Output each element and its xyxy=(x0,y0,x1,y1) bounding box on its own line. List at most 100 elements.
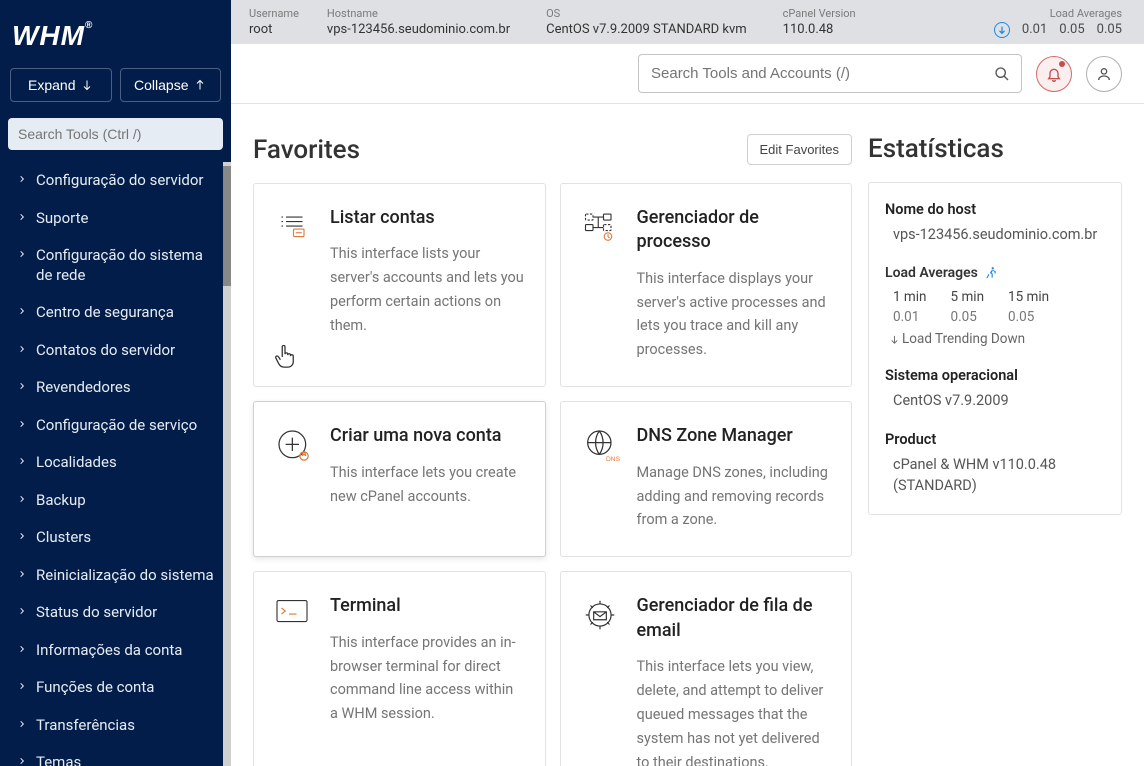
card-title: Gerenciador de processo xyxy=(637,206,832,255)
card-title: Gerenciador de fila de email xyxy=(637,594,832,643)
card-description: This interface lets you view, delete, an… xyxy=(637,655,832,766)
dns-zone-icon: DNS xyxy=(581,424,619,532)
favorite-card[interactable]: Listar contas This interface lists your s… xyxy=(253,183,546,387)
sidebar-item-label: Clusters xyxy=(36,528,91,548)
sidebar-item[interactable]: Clusters xyxy=(0,519,231,557)
stats-host-value: vps-123456.seudominio.com.br xyxy=(893,224,1105,245)
favorite-card[interactable]: Terminal This interface provides an in-br… xyxy=(253,571,546,766)
process-manager-icon xyxy=(581,206,619,362)
stats-box: Nome do host vps-123456.seudominio.com.b… xyxy=(868,182,1122,515)
sidebar-item-label: Transferências xyxy=(36,716,135,736)
sidebar-item[interactable]: Localidades xyxy=(0,444,231,482)
chevron-right-icon xyxy=(18,681,26,691)
expand-label: Expand xyxy=(28,77,75,93)
sidebar-item-label: Revendedores xyxy=(36,378,131,398)
collapse-button[interactable]: Collapse xyxy=(120,68,222,102)
status-load-averages: Load Averages 0.01 0.05 0.05 xyxy=(994,7,1122,38)
chevron-right-icon xyxy=(18,174,26,184)
top-status-bar: Username root Hostname vps-123456.seudom… xyxy=(231,0,1144,44)
sidebar-item[interactable]: Configuração de serviço xyxy=(0,407,231,445)
card-description: This interface displays your server's ac… xyxy=(637,267,832,363)
list-accounts-icon xyxy=(274,206,312,362)
favorite-card[interactable]: Gerenciador de fila de email This interfa… xyxy=(560,571,853,766)
account-button[interactable] xyxy=(1086,56,1122,92)
favorite-card[interactable]: DNSDNS Zone ManagerManage DNS zones, inc… xyxy=(560,401,853,557)
card-description: Manage DNS zones, including adding and r… xyxy=(637,461,832,533)
chevron-right-icon xyxy=(18,381,26,391)
favorites-grid: Listar contas This interface lists your s… xyxy=(253,183,852,766)
favorite-card[interactable]: Criar uma nova conta This interface lets … xyxy=(253,401,546,557)
card-description: This interface lets you create new cPane… xyxy=(330,461,525,509)
chevron-right-icon xyxy=(18,644,26,654)
sidebar-item-label: Configuração do sistema de rede xyxy=(36,246,217,285)
main-search-input[interactable] xyxy=(638,54,1022,93)
status-os: OS CentOS v7.9.2009 STANDARD kvm xyxy=(546,7,747,37)
sidebar-item[interactable]: Temas xyxy=(0,744,231,766)
sidebar-scroll-thumb[interactable] xyxy=(223,166,231,286)
expand-button[interactable]: Expand xyxy=(10,68,112,102)
chevron-right-icon xyxy=(18,456,26,466)
notifications-button[interactable] xyxy=(1036,56,1072,92)
create-account-icon xyxy=(274,424,312,532)
chevron-right-icon xyxy=(18,306,26,316)
chevron-right-icon xyxy=(18,212,26,222)
chevron-right-icon xyxy=(18,249,26,259)
stats-trend: Load Trending Down xyxy=(902,331,1025,347)
card-title: Terminal xyxy=(330,594,525,618)
sidebar-item[interactable]: Reinicialização do sistema xyxy=(0,557,231,595)
sidebar-item-label: Temas xyxy=(36,753,81,766)
sidebar-item-label: Backup xyxy=(36,491,86,511)
status-hostname: Hostname vps-123456.seudominio.com.br xyxy=(327,7,510,37)
chevron-right-icon xyxy=(18,756,26,766)
sidebar-item-label: Centro de segurança xyxy=(36,303,174,323)
chevron-right-icon xyxy=(18,419,26,429)
sidebar-item[interactable]: Contatos do servidor xyxy=(0,332,231,370)
sidebar-item[interactable]: Configuração do servidor xyxy=(0,162,231,200)
sidebar-item-label: Suporte xyxy=(36,209,88,229)
chevron-right-icon xyxy=(18,606,26,616)
sidebar-item[interactable]: Revendedores xyxy=(0,369,231,407)
sidebar-item-label: Funções de conta xyxy=(36,678,154,698)
sidebar-item-label: Informações da conta xyxy=(36,641,182,661)
sidebar-item-label: Configuração do servidor xyxy=(36,171,204,191)
svg-text:DNS: DNS xyxy=(606,456,621,463)
stats-load-label: Load Averages xyxy=(885,265,978,281)
card-description: This interface lists your server's accou… xyxy=(330,242,525,338)
edit-favorites-button[interactable]: Edit Favorites xyxy=(747,134,852,165)
mail-queue-icon xyxy=(581,594,619,766)
sidebar-item[interactable]: Suporte xyxy=(0,200,231,238)
terminal-icon xyxy=(274,594,312,766)
sidebar-item[interactable]: Transferências xyxy=(0,707,231,745)
stats-os-value: CentOS v7.9.2009 xyxy=(893,390,1105,411)
sidebar-scrollbar[interactable] xyxy=(223,162,231,766)
header-bar xyxy=(231,44,1144,104)
chevron-right-icon xyxy=(18,344,26,354)
sidebar-item[interactable]: Funções de conta xyxy=(0,669,231,707)
sidebar-item[interactable]: Backup xyxy=(0,482,231,520)
sidebar-nav: Configuração do servidor Suporte Configura… xyxy=(0,162,231,766)
sidebar: WHM® Expand Collapse Configuração do ser… xyxy=(0,0,231,766)
sidebar-item-label: Reinicialização do sistema xyxy=(36,566,214,586)
expand-down-icon xyxy=(81,79,93,91)
sidebar-item[interactable]: Centro de segurança xyxy=(0,294,231,332)
sidebar-item[interactable]: Configuração do sistema de rede xyxy=(0,237,231,294)
sidebar-item-label: Contatos do servidor xyxy=(36,341,175,361)
card-title: Listar contas xyxy=(330,206,525,230)
sidebar-item[interactable]: Informações da conta xyxy=(0,632,231,670)
search-icon xyxy=(994,66,1010,82)
stats-os-label: Sistema operacional xyxy=(885,367,1105,384)
collapse-label: Collapse xyxy=(134,77,188,93)
card-description: This interface provides an in-browser te… xyxy=(330,631,525,727)
sidebar-item[interactable]: Status do servidor xyxy=(0,594,231,632)
card-title: Criar uma nova conta xyxy=(330,424,525,448)
load-down-icon xyxy=(994,22,1010,38)
favorite-card[interactable]: Gerenciador de processo This interface di… xyxy=(560,183,853,387)
status-cpanel-version: cPanel Version 110.0.48 xyxy=(783,7,856,37)
sidebar-search-input[interactable] xyxy=(8,118,223,150)
logo: WHM® xyxy=(0,0,231,68)
trend-down-icon xyxy=(889,334,900,345)
chevron-right-icon xyxy=(18,494,26,504)
stats-product-label: Product xyxy=(885,431,1105,448)
sidebar-item-label: Localidades xyxy=(36,453,117,473)
collapse-up-icon xyxy=(194,79,206,91)
